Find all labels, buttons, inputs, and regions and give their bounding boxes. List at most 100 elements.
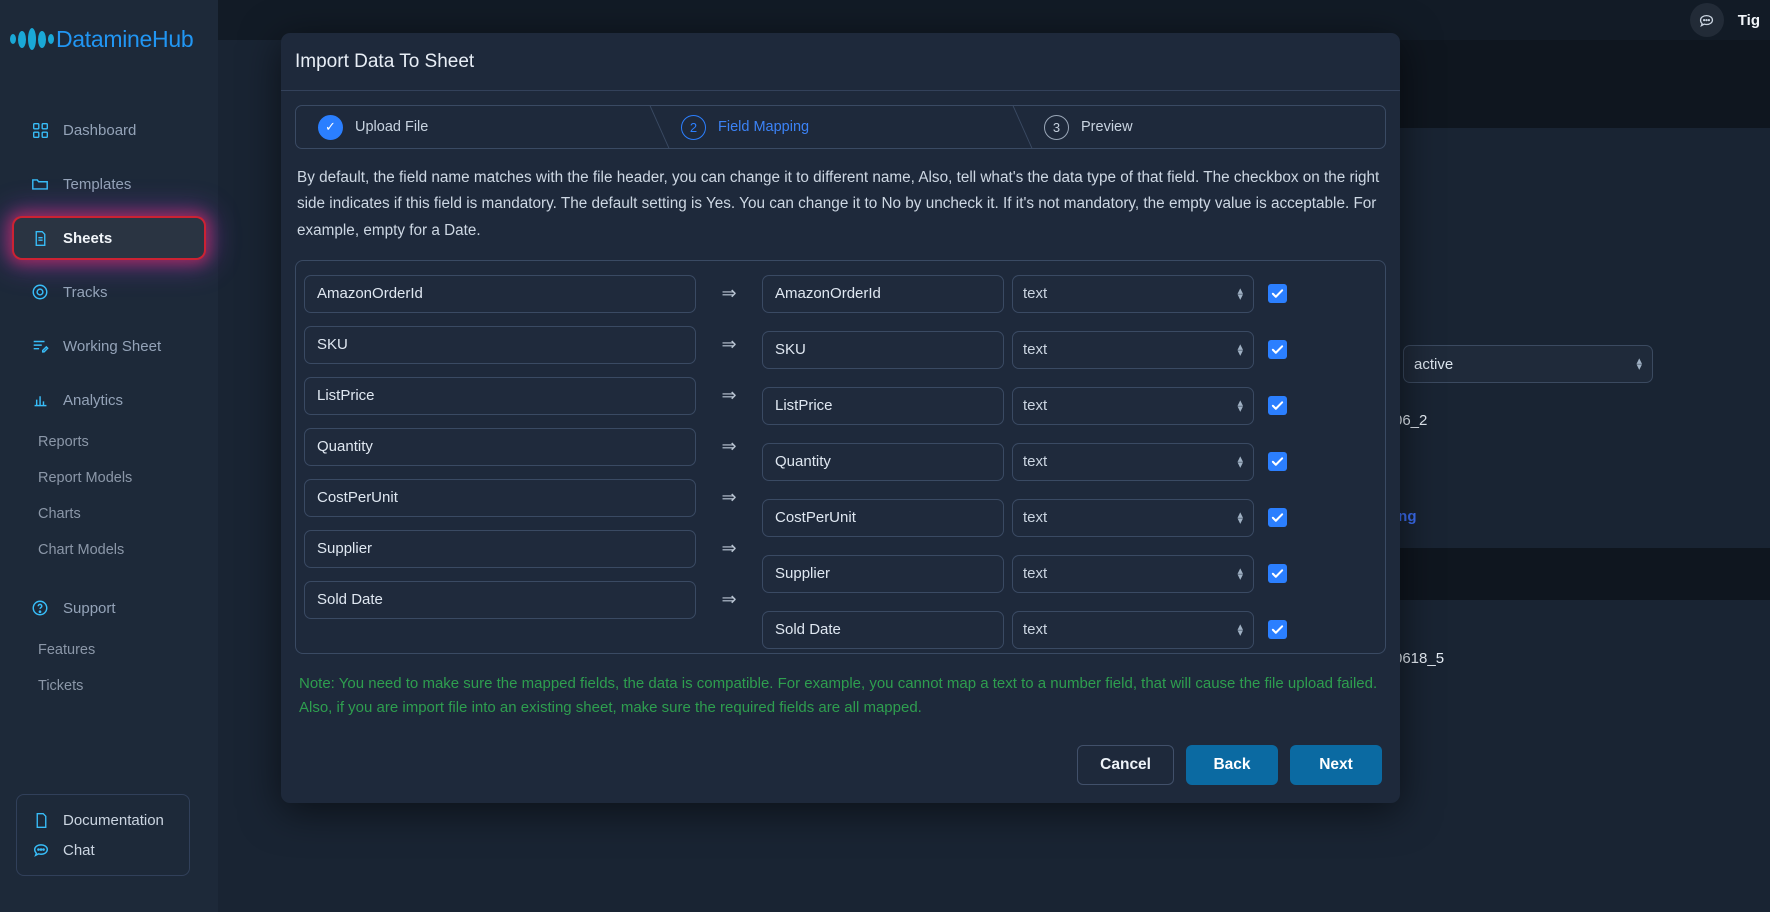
background-topbar: Tig	[1370, 0, 1770, 40]
sidebar-subitem-report-models[interactable]: Report Models	[0, 470, 218, 486]
field-type-select[interactable]: text ▴ ▾	[1012, 386, 1254, 425]
field-type-select[interactable]: text ▴ ▾	[1012, 610, 1254, 649]
sidebar-item-support[interactable]: Support	[14, 588, 204, 628]
brand-logo[interactable]: DatamineHub	[0, 0, 218, 62]
sidebar-item-label: Dashboard	[63, 121, 137, 139]
step-preview[interactable]: 3 Preview	[1022, 106, 1385, 148]
field-mapping-row: ListPrice ⇒ ListPrice text ▴ ▾	[296, 376, 1385, 428]
source-field-input[interactable]: CostPerUnit	[304, 478, 696, 517]
background-code-text: 0618_5	[1394, 650, 1445, 667]
arrow-right-icon: ⇒	[721, 334, 737, 355]
mandatory-checkbox[interactable]	[1268, 451, 1287, 471]
field-type-select[interactable]: text ▴ ▾	[1012, 442, 1254, 481]
modal-body: ✓ Upload File 2 Field Mapping 3 Preview …	[281, 91, 1400, 720]
field-type-value: text	[1023, 621, 1048, 639]
sidebar-item-chat[interactable]: Chat	[17, 835, 189, 865]
arrow-right-icon: ⇒	[721, 487, 737, 508]
chevron-updown-icon: ▴ ▾	[1237, 452, 1243, 471]
mandatory-checkbox[interactable]	[1268, 339, 1287, 359]
cancel-button[interactable]: Cancel	[1077, 745, 1174, 785]
next-button[interactable]: Next	[1290, 745, 1382, 785]
sidebar-item-dashboard[interactable]: Dashboard	[14, 110, 204, 150]
step-indicator: 3	[1044, 114, 1069, 140]
target-field-input[interactable]: Supplier	[762, 554, 1004, 593]
mandatory-checkbox[interactable]	[1268, 283, 1287, 303]
chevron-updown-icon: ▴ ▾	[1237, 396, 1243, 415]
field-type-select[interactable]: text ▴ ▾	[1012, 498, 1254, 537]
modal-title: Import Data To Sheet	[281, 33, 1400, 91]
field-type-value: text	[1023, 453, 1048, 471]
arrow-right-icon: ⇒	[721, 283, 737, 304]
sidebar-nav: Dashboard Templates Sheets Tracks Workin…	[0, 110, 218, 694]
step-upload-file[interactable]: ✓ Upload File	[296, 106, 659, 148]
sidebar-item-sheets[interactable]: Sheets	[14, 218, 204, 258]
sidebar-item-working-sheet[interactable]: Working Sheet	[14, 326, 204, 366]
field-mapping-row: SKU ⇒ SKU text ▴ ▾	[296, 325, 1385, 377]
source-field-input[interactable]: Supplier	[304, 529, 696, 568]
import-stepper: ✓ Upload File 2 Field Mapping 3 Preview	[295, 105, 1386, 149]
sidebar: DatamineHub Dashboard Templates Sheets T…	[0, 0, 218, 912]
step-label: Upload File	[355, 119, 429, 135]
field-type-select[interactable]: text ▴ ▾	[1012, 554, 1254, 593]
sidebar-subitem-chart-models[interactable]: Chart Models	[0, 542, 218, 558]
sidebar-item-tracks[interactable]: Tracks	[14, 272, 204, 312]
sidebar-subitem-features[interactable]: Features	[0, 642, 218, 658]
check-icon	[1271, 513, 1284, 522]
mandatory-checkbox[interactable]	[1268, 507, 1287, 527]
sidebar-item-label: Templates	[63, 175, 132, 193]
background-status-select[interactable]: active ▴ ▾	[1403, 345, 1653, 383]
step-field-mapping[interactable]: 2 Field Mapping	[659, 106, 1022, 148]
step-label: Preview	[1081, 119, 1133, 135]
sidebar-subitem-charts[interactable]: Charts	[0, 506, 218, 522]
check-icon	[1271, 401, 1284, 410]
sidebar-subitem-reports[interactable]: Reports	[0, 434, 218, 450]
mandatory-checkbox[interactable]	[1268, 563, 1287, 583]
step-indicator: 2	[681, 114, 706, 140]
field-type-select[interactable]: text ▴ ▾	[1012, 274, 1254, 313]
sidebar-subitem-tickets[interactable]: Tickets	[0, 678, 218, 694]
field-type-select[interactable]: text ▴ ▾	[1012, 330, 1254, 369]
topbar-chat-icon[interactable]	[1689, 3, 1724, 37]
background-status-value: active	[1414, 355, 1454, 373]
chevron-updown-icon: ▴ ▾	[1237, 564, 1243, 583]
field-type-value: text	[1023, 509, 1048, 527]
sidebar-bottom-box: Documentation Chat	[16, 794, 190, 876]
source-field-input[interactable]: ListPrice	[304, 376, 696, 415]
source-field-input[interactable]: Quantity	[304, 427, 696, 466]
chevron-updown-icon: ▴ ▾	[1237, 508, 1243, 527]
document-icon	[30, 228, 50, 248]
question-circle-icon	[30, 598, 50, 618]
field-mapping-row: Quantity ⇒ Quantity text ▴ ▾	[296, 427, 1385, 481]
target-field-input[interactable]: CostPerUnit	[762, 498, 1004, 537]
field-type-value: text	[1023, 565, 1048, 583]
target-field-input[interactable]: ListPrice	[762, 386, 1004, 425]
target-field-input[interactable]: AmazonOrderId	[762, 274, 1004, 313]
target-field-input[interactable]: SKU	[762, 330, 1004, 369]
check-icon	[1271, 569, 1284, 578]
source-field-input[interactable]: Sold Date	[304, 580, 696, 619]
topbar-username[interactable]: Tig	[1738, 12, 1760, 29]
sidebar-item-analytics[interactable]: Analytics	[14, 380, 204, 420]
mandatory-checkbox[interactable]	[1268, 395, 1287, 415]
check-icon	[1271, 345, 1284, 354]
modal-actions: Cancel Back Next	[1077, 745, 1382, 785]
back-button[interactable]: Back	[1186, 745, 1278, 785]
arrow-right-icon: ⇒	[721, 589, 737, 610]
chevron-updown-icon: ▴ ▾	[1237, 284, 1243, 303]
field-mapping-row: Supplier ⇒ Supplier text ▴ ▾	[296, 529, 1385, 593]
target-field-input[interactable]: Quantity	[762, 442, 1004, 481]
logo-mark-icon	[10, 28, 54, 50]
source-field-input[interactable]: SKU	[304, 325, 696, 364]
chevron-updown-icon: ▴ ▾	[1237, 620, 1243, 639]
sidebar-item-label: Sheets	[63, 229, 113, 247]
field-type-value: text	[1023, 285, 1048, 303]
mandatory-checkbox[interactable]	[1268, 619, 1287, 639]
sidebar-item-label: Tracks	[63, 283, 108, 301]
sidebar-item-documentation[interactable]: Documentation	[17, 805, 189, 835]
target-field-input[interactable]: Sold Date	[762, 610, 1004, 649]
target-icon	[30, 282, 50, 302]
sidebar-item-templates[interactable]: Templates	[14, 164, 204, 204]
field-mapping-panel: AmazonOrderId ⇒ AmazonOrderId text ▴ ▾ SK…	[295, 259, 1386, 654]
source-field-input[interactable]: AmazonOrderId	[304, 274, 696, 313]
grid-icon	[30, 120, 50, 140]
